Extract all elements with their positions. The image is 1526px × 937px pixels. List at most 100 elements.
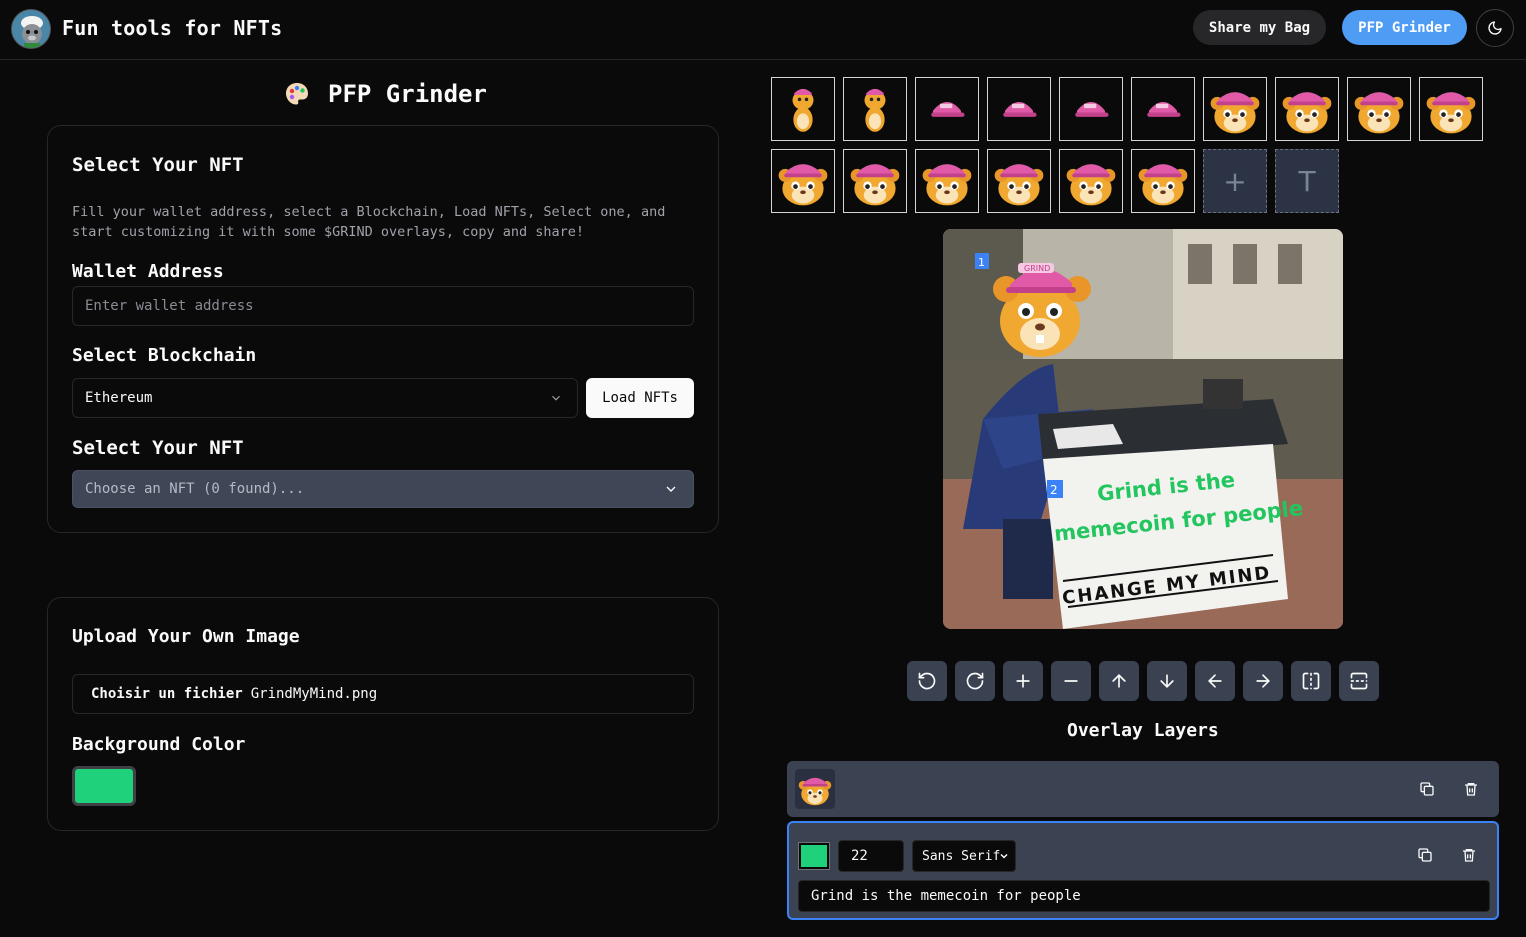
hamster-face-sticker-icon (1133, 151, 1193, 211)
font-family-value: Sans Serif (922, 848, 1001, 864)
app-title[interactable]: Fun tools for NFTs (62, 16, 282, 40)
flip-vertical-icon (1350, 672, 1368, 690)
file-upload-input[interactable]: Choisir un fichier GrindMyMind.png (72, 674, 694, 714)
hamster-face-sticker-icon (1061, 151, 1121, 211)
hamster-face-sticker-icon (1349, 79, 1409, 139)
sticker-hamster-standing[interactable] (771, 77, 835, 141)
sticker-hamster-face-1[interactable] (1203, 77, 1267, 141)
choose-file-button[interactable]: Choisir un fichier (91, 686, 243, 702)
flip-horizontal-button[interactable] (1291, 661, 1331, 701)
sticker-hamster-face-6[interactable] (843, 149, 907, 213)
cap-text: GRIND (1024, 264, 1050, 273)
flip-vertical-button[interactable] (1339, 661, 1379, 701)
overlay-layer-text[interactable]: 22 Sans Serif Grind is the memecoin for … (787, 821, 1499, 920)
copy-icon (1420, 782, 1434, 796)
canvas-image: CHANGE MY MIND GRIND 1 2 Grind is the me… (943, 229, 1343, 629)
cap-sticker-icon (1063, 81, 1119, 137)
hamster-face-sticker-icon (845, 151, 905, 211)
duplicate-layer-button[interactable] (1415, 845, 1435, 865)
blockchain-select-value: Ethereum (85, 390, 153, 406)
layer-thumbnail (795, 769, 835, 809)
top-bar: Fun tools for NFTs Share my Bag PFP Grin… (0, 0, 1526, 60)
text-icon: T (1298, 164, 1316, 198)
sticker-hamster-face-5[interactable] (771, 149, 835, 213)
upload-image-card: Upload Your Own Image Choisir un fichier… (47, 597, 719, 831)
layer-badge-1: 1 (978, 256, 985, 269)
add-sticker-button[interactable]: + (1203, 149, 1267, 213)
rotate-right-icon (966, 672, 984, 690)
sticker-hamster-face-4[interactable] (1419, 77, 1483, 141)
overlay-layers-title: Overlay Layers (1067, 720, 1219, 741)
load-nfts-button[interactable]: Load NFTs (586, 378, 694, 418)
hamster-face-sticker-icon (1421, 79, 1481, 139)
zoom-out-button[interactable] (1051, 661, 1091, 701)
sticker-hamster-pointing[interactable] (843, 77, 907, 141)
overlay-layer-image[interactable] (787, 761, 1499, 817)
zoom-out-icon (1064, 680, 1078, 682)
background-color-picker[interactable] (72, 766, 136, 806)
chevron-down-icon (552, 395, 560, 401)
cap-sticker-icon (1135, 81, 1191, 137)
arrow-down-icon (1160, 674, 1174, 689)
select-nft-heading: Select Your NFT (72, 154, 244, 176)
select-your-nft-label: Select Your NFT (72, 437, 244, 459)
move-left-button[interactable] (1195, 661, 1235, 701)
delete-layer-button[interactable] (1459, 845, 1479, 865)
delete-layer-button[interactable] (1461, 779, 1481, 799)
hamster-face-sticker-icon (917, 151, 977, 211)
select-nft-card: Select Your NFT Fill your wallet address… (47, 125, 719, 533)
hamster-face-sticker-icon (773, 151, 833, 211)
rotate-left-button[interactable] (907, 661, 947, 701)
copy-icon (1418, 848, 1432, 862)
pfp-grinder-button[interactable]: PFP Grinder (1342, 10, 1467, 45)
move-right-button[interactable] (1243, 661, 1283, 701)
layer-text-input[interactable]: Grind is the memecoin for people (798, 880, 1490, 912)
arrow-right-icon (1256, 674, 1271, 688)
text-color-picker[interactable] (798, 842, 830, 870)
app-logo[interactable] (11, 9, 51, 49)
font-size-input[interactable]: 22 (838, 840, 904, 872)
move-down-button[interactable] (1147, 661, 1187, 701)
hamster-face-sticker-icon (989, 151, 1049, 211)
background-color-label: Background Color (72, 734, 246, 755)
page-title: PFP Grinder (284, 80, 487, 108)
select-nft-description: Fill your wallet address, select a Block… (72, 204, 666, 240)
sticker-hamster-face-8[interactable] (987, 149, 1051, 213)
chevron-down-icon (1000, 853, 1008, 859)
wallet-address-label: Wallet Address (72, 261, 224, 282)
wallet-address-input[interactable]: Enter wallet address (72, 286, 694, 326)
sticker-hamster-face-7[interactable] (915, 149, 979, 213)
pfp-canvas[interactable]: CHANGE MY MIND GRIND 1 2 Grind is the me… (943, 229, 1343, 629)
theme-toggle-button[interactable] (1476, 9, 1514, 47)
sticker-cap-2[interactable] (987, 77, 1051, 141)
layer-badge-2: 2 (1050, 483, 1058, 497)
zoom-in-button[interactable] (1003, 661, 1043, 701)
rotate-left-icon (918, 672, 936, 690)
rotate-right-button[interactable] (955, 661, 995, 701)
flip-horizontal-icon (1302, 672, 1320, 690)
hamster-sticker-icon (847, 81, 903, 137)
hamster-face-sticker-icon (1277, 79, 1337, 139)
blockchain-select[interactable]: Ethereum (72, 378, 578, 418)
nft-select[interactable]: Choose an NFT (0 found)... (72, 470, 694, 508)
sticker-cap-1[interactable] (915, 77, 979, 141)
cap-sticker-icon (919, 81, 975, 137)
sticker-hamster-face-9[interactable] (1059, 149, 1123, 213)
font-family-select[interactable]: Sans Serif (912, 840, 1016, 872)
sticker-hamster-face-3[interactable] (1347, 77, 1411, 141)
sticker-cap-3[interactable] (1059, 77, 1123, 141)
sticker-hamster-face-10[interactable] (1131, 149, 1195, 213)
duplicate-layer-button[interactable] (1417, 779, 1437, 799)
sticker-hamster-face-2[interactable] (1275, 77, 1339, 141)
hamster-sticker-icon (775, 81, 831, 137)
plus-icon: + (1223, 164, 1247, 198)
add-text-button[interactable]: T (1275, 149, 1339, 213)
trash-icon (1465, 783, 1477, 796)
move-up-button[interactable] (1099, 661, 1139, 701)
arrow-up-icon (1112, 673, 1126, 688)
file-name: GrindMyMind.png (250, 686, 378, 702)
page-title-text: PFP Grinder (328, 80, 487, 108)
share-my-bag-button[interactable]: Share my Bag (1193, 10, 1326, 45)
zoom-in-icon (1016, 674, 1030, 688)
sticker-cap-4[interactable] (1131, 77, 1195, 141)
